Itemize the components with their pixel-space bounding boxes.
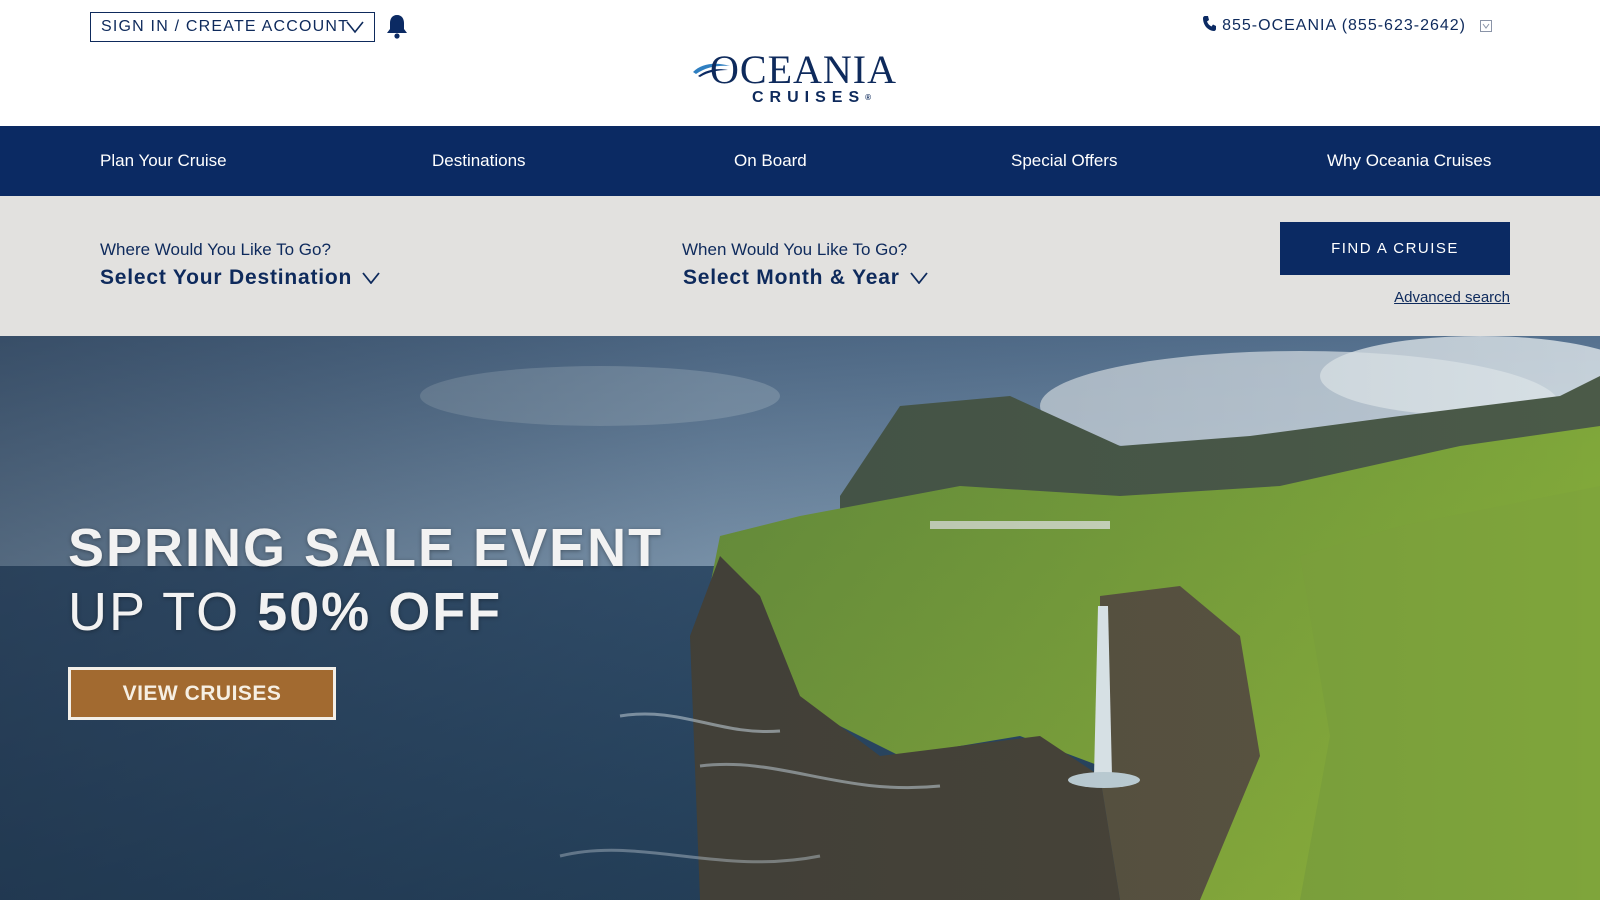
chevron-down-icon [1480,19,1492,32]
find-a-cruise-button[interactable]: FIND A CRUISE [1280,222,1510,275]
chevron-down-icon [910,266,928,290]
date-value: Select Month & Year [683,266,900,289]
nav-item-why-oceania[interactable]: Why Oceania Cruises [1327,126,1491,196]
phone-number-link[interactable]: 855-OCEANIA (855-623-2642) [1202,15,1492,36]
hero-line-1: SPRING SALE EVENT [68,518,664,578]
advanced-search-link[interactable]: Advanced search [1394,289,1510,306]
nav-item-plan-your-cruise[interactable]: Plan Your Cruise [100,126,227,196]
date-label: When Would You Like To Go? [682,240,908,259]
chevron-down-icon [362,266,380,290]
hero-line-2-prefix: UP TO [68,582,241,642]
logo-subtitle-text: CRUISES [752,89,866,106]
view-cruises-button[interactable]: VIEW CRUISES [68,667,336,720]
main-navigation: Plan Your Cruise Destinations On Board S… [0,126,1600,196]
nav-item-special-offers[interactable]: Special Offers [1011,126,1117,196]
oceania-logo[interactable]: OCEANIA CRUISES® [693,47,909,110]
bell-icon[interactable] [385,13,409,39]
chevron-down-icon [346,20,364,39]
logo-wordmark: OCEANIA [710,47,897,92]
nav-item-destinations[interactable]: Destinations [432,126,526,196]
hero-line-2: UP TO 50% OFF [68,580,663,644]
logo-subtitle: CRUISES® [752,88,871,108]
phone-icon [1202,15,1217,36]
destination-label: Where Would You Like To Go? [100,240,331,259]
destination-value: Select Your Destination [100,266,353,289]
phone-label: 855-OCEANIA (855-623-2642) [1222,16,1466,34]
registered-mark: ® [865,93,872,102]
date-select[interactable]: Select Month & Year [683,266,928,290]
sign-in-button[interactable]: SIGN IN / CREATE ACCOUNT [90,12,375,42]
sign-in-label: SIGN IN / CREATE ACCOUNT [101,18,350,35]
top-bar: SIGN IN / CREATE ACCOUNT 855-OCEANIA (85… [0,0,1600,126]
nav-item-on-board[interactable]: On Board [734,126,807,196]
destination-select[interactable]: Select Your Destination [100,266,380,290]
hero-headline: SPRING SALE EVENT UP TO 50% OFF [68,516,663,644]
hero-line-2-bold: 50% OFF [257,582,503,642]
cruise-search-bar: Where Would You Like To Go? Select Your … [0,196,1600,336]
hero-banner: SPRING SALE EVENT UP TO 50% OFF VIEW CRU… [0,336,1600,900]
